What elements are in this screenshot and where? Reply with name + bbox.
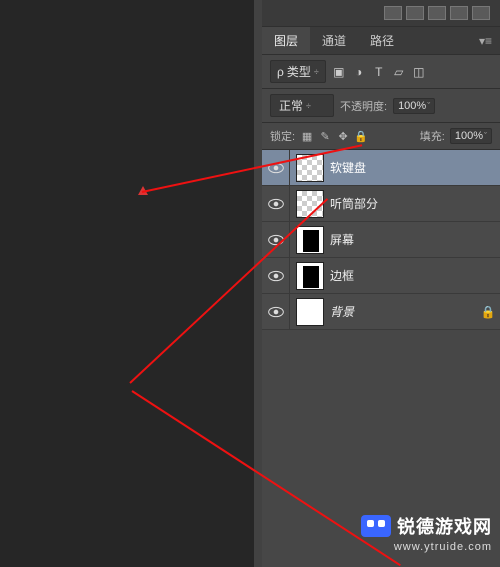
layer-thumb[interactable]	[296, 298, 324, 326]
lock-icons: ▦ ✎ ✥ 🔒	[300, 129, 368, 143]
layer-thumb[interactable]	[296, 226, 324, 254]
visibility-icon	[268, 306, 284, 318]
panel-menu-icon[interactable]: ▾≡	[471, 30, 500, 52]
visibility-toggle[interactable]	[262, 258, 290, 293]
layer-name[interactable]: 边框	[330, 267, 500, 284]
adjustment-icon-2[interactable]	[406, 6, 424, 20]
filter-smart-icon[interactable]: ◫	[412, 65, 426, 79]
lock-pixels-icon[interactable]: ✎	[318, 129, 332, 143]
tab-channels[interactable]: 通道	[310, 27, 358, 54]
layer-row[interactable]: 背景🔒	[262, 294, 500, 330]
panel-top-icons	[262, 0, 500, 27]
watermark-url: www.ytruide.com	[361, 541, 492, 553]
filter-shape-icon[interactable]: ▱	[392, 65, 406, 79]
fill-input[interactable]: 100% ˇ	[450, 128, 492, 144]
visibility-toggle[interactable]	[262, 150, 290, 185]
canvas-surface[interactable]	[0, 0, 254, 567]
lock-position-icon[interactable]: ✥	[336, 129, 350, 143]
layer-name[interactable]: 软键盘	[330, 159, 500, 176]
dropdown-icon: ˇ	[484, 131, 487, 141]
blend-mode-dropdown[interactable]: 正常 ÷	[270, 94, 334, 117]
lock-row: 锁定: ▦ ✎ ✥ 🔒 填充: 100% ˇ	[262, 123, 500, 150]
dropdown-icon: ˇ	[427, 101, 430, 111]
watermark: 锐德游戏网 www.ytruide.com	[361, 513, 492, 553]
kind-label: 类型	[287, 63, 311, 80]
opacity-input[interactable]: 100% ˇ	[393, 98, 435, 114]
adjustment-icon-1[interactable]	[384, 6, 402, 20]
layer-row[interactable]: 听筒部分	[262, 186, 500, 222]
adjustment-icon-5[interactable]	[472, 6, 490, 20]
layer-name[interactable]: 背景	[330, 303, 476, 320]
dropdown-icon: ÷	[306, 101, 311, 111]
search-icon: ρ	[277, 65, 284, 79]
layers-list: 软键盘听筒部分屏幕边框背景🔒	[262, 150, 500, 330]
opacity-value: 100%	[398, 100, 426, 112]
watermark-logo-icon	[361, 515, 391, 537]
layers-panel: 图层 通道 路径 ▾≡ ρ 类型 ÷ ▣ ◑ T ▱ ◫ 正常 ÷ 不透明度: …	[262, 0, 500, 567]
fill-label: 填充:	[420, 128, 445, 144]
lock-label: 锁定:	[270, 128, 295, 144]
visibility-toggle[interactable]	[262, 294, 290, 329]
dropdown-icon: ÷	[314, 67, 319, 77]
visibility-icon	[268, 270, 284, 282]
kind-filter-dropdown[interactable]: ρ 类型 ÷	[270, 60, 326, 83]
filter-image-icon[interactable]: ▣	[332, 65, 346, 79]
layer-name[interactable]: 屏幕	[330, 231, 500, 248]
watermark-brand: 锐德游戏网	[397, 513, 492, 539]
canvas-area[interactable]	[0, 0, 262, 567]
lock-icon: 🔒	[476, 305, 500, 319]
filter-row: ρ 类型 ÷ ▣ ◑ T ▱ ◫	[262, 55, 500, 89]
layer-row[interactable]: 软键盘	[262, 150, 500, 186]
adjustment-icon-4[interactable]	[450, 6, 468, 20]
adjustment-icon-3[interactable]	[428, 6, 446, 20]
lock-all-icon[interactable]: 🔒	[354, 129, 368, 143]
visibility-icon	[268, 198, 284, 210]
blend-row: 正常 ÷ 不透明度: 100% ˇ	[262, 89, 500, 123]
layer-thumb[interactable]	[296, 262, 324, 290]
tab-paths[interactable]: 路径	[358, 27, 406, 54]
visibility-toggle[interactable]	[262, 222, 290, 257]
layer-name[interactable]: 听筒部分	[330, 195, 500, 212]
opacity-label: 不透明度:	[340, 98, 387, 114]
visibility-toggle[interactable]	[262, 186, 290, 221]
ruler-vertical	[254, 0, 262, 567]
filter-text-icon[interactable]: T	[372, 65, 386, 79]
filter-adjust-icon[interactable]: ◑	[352, 65, 366, 79]
layer-row[interactable]: 边框	[262, 258, 500, 294]
tab-layers[interactable]: 图层	[262, 27, 310, 54]
blend-mode-label: 正常	[279, 97, 303, 114]
fill-value: 100%	[455, 130, 483, 142]
lock-transparent-icon[interactable]: ▦	[300, 129, 314, 143]
panel-tabs: 图层 通道 路径 ▾≡	[262, 27, 500, 55]
